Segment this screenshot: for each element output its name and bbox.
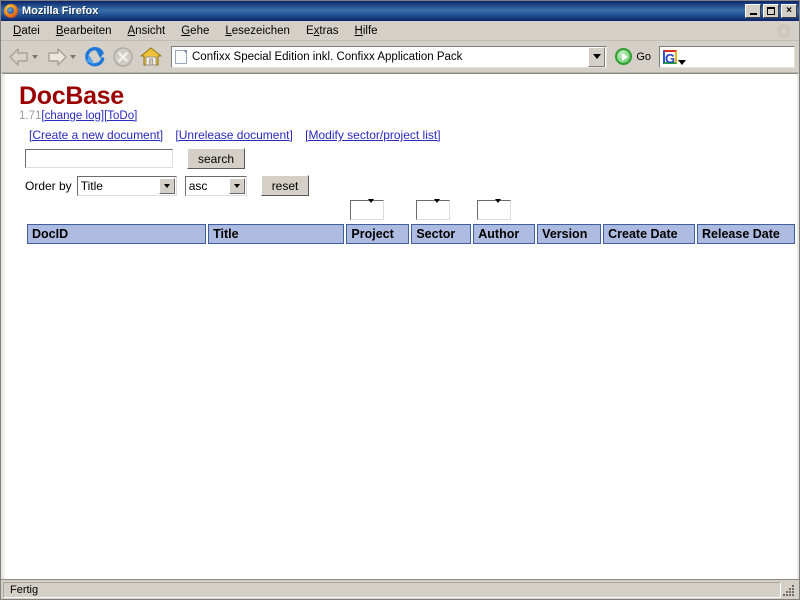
- chevron-down-icon[interactable]: [368, 198, 383, 220]
- address-bar-value: Confixx Special Edition inkl. Confixx Ap…: [192, 50, 463, 63]
- home-icon: [139, 45, 163, 69]
- home-button[interactable]: [137, 43, 165, 71]
- search-input[interactable]: [25, 149, 173, 168]
- column-header-create-date[interactable]: Create Date: [603, 224, 696, 244]
- modify-sector-project-list-link[interactable]: [Modify sector/project list]: [305, 128, 440, 142]
- close-button[interactable]: ×: [781, 4, 797, 18]
- order-by-value: Title: [80, 178, 103, 193]
- address-bar[interactable]: Confixx Special Edition inkl. Confixx Ap…: [171, 45, 608, 68]
- order-row: Order by Title asc reset: [25, 175, 797, 196]
- chevron-down-icon[interactable]: [158, 177, 175, 194]
- column-header-release-date[interactable]: Release Date: [697, 224, 795, 244]
- title-bar: Mozilla Firefox ×: [1, 1, 799, 21]
- todo-link[interactable]: [ToDo]: [104, 110, 137, 122]
- column-header-version[interactable]: Version: [537, 224, 602, 244]
- firefox-icon: [4, 4, 18, 18]
- create-document-link[interactable]: [Create a new document]: [29, 128, 163, 142]
- unrelease-document-link[interactable]: [Unrelease document]: [175, 128, 292, 142]
- project-filter-select[interactable]: [350, 198, 384, 220]
- maximize-button[interactable]: [763, 4, 779, 18]
- browser-window: Mozilla Firefox × Datei Bearbeiten Ansic…: [0, 0, 800, 600]
- search-engine-chevron-icon[interactable]: [678, 59, 686, 65]
- status-text: Fertig: [3, 581, 781, 598]
- back-arrow-icon: [7, 46, 31, 68]
- chevron-down-icon[interactable]: [495, 198, 510, 220]
- resize-grip[interactable]: [783, 582, 797, 598]
- search-row: search: [25, 148, 797, 169]
- go-label: Go: [636, 50, 651, 63]
- chevron-down-icon: [592, 54, 601, 59]
- window-title: Mozilla Firefox: [22, 5, 99, 17]
- table-header-row: DocID Title Project Sector Author Versio…: [27, 224, 795, 244]
- sector-filter-select[interactable]: [416, 198, 450, 220]
- menu-item-lesezeichen[interactable]: Lesezeichen: [217, 23, 298, 39]
- web-search-box[interactable]: G: [659, 45, 795, 68]
- documents-table: DocID Title Project Sector Author Versio…: [25, 224, 797, 244]
- menu-item-datei[interactable]: Datei: [5, 23, 48, 39]
- chevron-down-icon[interactable]: [228, 177, 245, 194]
- order-direction-value: asc: [188, 178, 208, 193]
- search-button[interactable]: search: [187, 148, 246, 169]
- gear-icon: [777, 24, 791, 38]
- menu-item-ansicht[interactable]: Ansicht: [120, 23, 174, 39]
- forward-arrow-icon: [45, 46, 69, 68]
- change-log-link[interactable]: [change log]: [41, 110, 104, 122]
- reset-button[interactable]: reset: [260, 175, 310, 196]
- status-bar: Fertig: [1, 579, 799, 599]
- go-icon: [615, 48, 633, 65]
- close-icon: ×: [786, 4, 792, 16]
- column-header-project[interactable]: Project: [346, 224, 410, 244]
- forward-button[interactable]: [43, 43, 81, 71]
- version-line: 1.71[change log][ToDo]: [19, 109, 797, 123]
- page-title: DocBase: [19, 82, 124, 110]
- menu-item-hilfe[interactable]: Hilfe: [347, 23, 386, 39]
- column-header-title[interactable]: Title: [208, 224, 345, 244]
- page-viewport: DocBase 1.71[change log][ToDo] [Create a…: [1, 73, 799, 579]
- version-number: 1.71: [19, 110, 42, 122]
- order-direction-select[interactable]: asc: [184, 175, 247, 196]
- menu-item-extras[interactable]: Extras: [298, 23, 347, 39]
- author-filter-select[interactable]: [477, 198, 511, 220]
- google-icon: G: [663, 49, 677, 66]
- top-links: [Create a new document] [Unrelease docum…: [29, 127, 797, 143]
- back-button[interactable]: [5, 43, 43, 71]
- minimize-button[interactable]: [745, 4, 761, 18]
- stop-button: [109, 43, 137, 71]
- column-filter-row: [5, 198, 797, 222]
- reload-button[interactable]: [81, 43, 109, 71]
- back-history-caret-icon[interactable]: [32, 54, 38, 59]
- docbase-page: DocBase 1.71[change log][ToDo] [Create a…: [3, 74, 797, 579]
- address-bar-dropdown-button[interactable]: [588, 46, 606, 67]
- column-header-author[interactable]: Author: [473, 224, 536, 244]
- column-header-docid[interactable]: DocID: [27, 224, 207, 244]
- column-header-sector[interactable]: Sector: [411, 224, 472, 244]
- stop-icon: [111, 45, 135, 69]
- chevron-down-icon[interactable]: [434, 198, 449, 220]
- page-icon: [175, 49, 187, 64]
- navigation-toolbar: Confixx Special Edition inkl. Confixx Ap…: [1, 41, 799, 73]
- menu-item-gehe[interactable]: Gehe: [173, 23, 217, 39]
- go-button[interactable]: Go: [611, 48, 655, 65]
- menu-item-bearbeiten[interactable]: Bearbeiten: [48, 23, 120, 39]
- menu-bar: Datei Bearbeiten Ansicht Gehe Lesezeiche…: [1, 21, 799, 41]
- reload-icon: [83, 45, 107, 69]
- order-by-select[interactable]: Title: [76, 175, 177, 196]
- forward-history-caret-icon[interactable]: [70, 54, 76, 59]
- order-by-label: Order by: [25, 178, 72, 193]
